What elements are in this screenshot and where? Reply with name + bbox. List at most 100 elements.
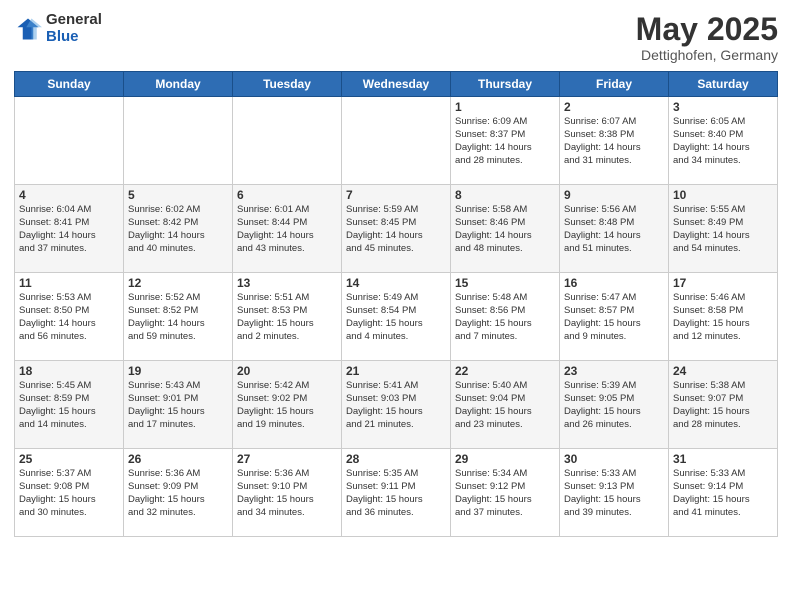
calendar-cell: 12Sunrise: 5:52 AM Sunset: 8:52 PM Dayli… [124, 273, 233, 361]
calendar-cell: 18 Sunrise: 5:45 AM Sunset: 8:59 PM Dayli… [15, 361, 124, 449]
calendar-cell [124, 97, 233, 185]
day-number: 18 [19, 364, 119, 378]
week-row-1: 1Sunrise: 6:09 AM Sunset: 8:37 PM Daylig… [15, 97, 778, 185]
title-block: May 2025 Dettighofen, Germany [636, 12, 778, 63]
day-info: Sunrise: 5:46 AM Sunset: 8:58 PM Dayligh… [673, 292, 773, 343]
weekday-wednesday: Wednesday [342, 72, 451, 97]
day-number: 3 [673, 100, 773, 114]
calendar-cell: 23Sunrise: 5:39 AM Sunset: 9:05 PM Dayli… [560, 361, 669, 449]
day-info: Sunrise: 5:39 AM Sunset: 9:05 PM Dayligh… [564, 380, 664, 431]
day-number: 29 [455, 452, 555, 466]
calendar-cell: 15 Sunrise: 5:48 AM Sunset: 8:56 PM Dayli… [451, 273, 560, 361]
day-number: 28 [346, 452, 446, 466]
logo-text: General Blue [46, 12, 102, 45]
page-header: General Blue May 2025 Dettighofen, Germa… [14, 12, 778, 63]
calendar-cell: 5Sunrise: 6:02 AM Sunset: 8:42 PM Daylig… [124, 185, 233, 273]
calendar-cell: 17Sunrise: 5:46 AM Sunset: 8:58 PM Dayli… [669, 273, 778, 361]
week-row-3: 11Sunrise: 5:53 AM Sunset: 8:50 PM Dayli… [15, 273, 778, 361]
calendar-table: SundayMondayTuesdayWednesdayThursdayFrid… [14, 71, 778, 537]
logo-blue-text: Blue [46, 29, 102, 46]
weekday-sunday: Sunday [15, 72, 124, 97]
calendar-cell: 14Sunrise: 5:49 AM Sunset: 8:54 PM Dayli… [342, 273, 451, 361]
calendar-cell: 26Sunrise: 5:36 AM Sunset: 9:09 PM Dayli… [124, 449, 233, 537]
day-info: Sunrise: 6:04 AM Sunset: 8:41 PM Dayligh… [19, 204, 119, 255]
logo-icon [14, 15, 42, 43]
day-number: 9 [564, 188, 664, 202]
calendar-cell [342, 97, 451, 185]
calendar-cell [233, 97, 342, 185]
calendar-cell: 7 Sunrise: 5:59 AM Sunset: 8:45 PM Daylig… [342, 185, 451, 273]
logo-general-text: General [46, 12, 102, 29]
day-info: Sunrise: 5:53 AM Sunset: 8:50 PM Dayligh… [19, 292, 119, 343]
day-info: Sunrise: 5:42 AM Sunset: 9:02 PM Dayligh… [237, 380, 337, 431]
week-row-2: 4 Sunrise: 6:04 AM Sunset: 8:41 PM Daylig… [15, 185, 778, 273]
day-info: Sunrise: 5:43 AM Sunset: 9:01 PM Dayligh… [128, 380, 228, 431]
day-info: Sunrise: 5:34 AM Sunset: 9:12 PM Dayligh… [455, 468, 555, 519]
day-info: Sunrise: 5:55 AM Sunset: 8:49 PM Dayligh… [673, 204, 773, 255]
calendar-cell: 22 Sunrise: 5:40 AM Sunset: 9:04 PM Dayli… [451, 361, 560, 449]
weekday-saturday: Saturday [669, 72, 778, 97]
day-info: Sunrise: 5:58 AM Sunset: 8:46 PM Dayligh… [455, 204, 555, 255]
calendar-cell: 19 Sunrise: 5:43 AM Sunset: 9:01 PM Dayli… [124, 361, 233, 449]
calendar-cell: 20 Sunrise: 5:42 AM Sunset: 9:02 PM Dayli… [233, 361, 342, 449]
day-number: 2 [564, 100, 664, 114]
calendar-cell: 27 Sunrise: 5:36 AM Sunset: 9:10 PM Dayli… [233, 449, 342, 537]
day-info: Sunrise: 6:07 AM Sunset: 8:38 PM Dayligh… [564, 116, 664, 167]
calendar-cell: 6 Sunrise: 6:01 AM Sunset: 8:44 PM Daylig… [233, 185, 342, 273]
day-number: 16 [564, 276, 664, 290]
calendar-cell: 21 Sunrise: 5:41 AM Sunset: 9:03 PM Dayli… [342, 361, 451, 449]
day-info: Sunrise: 5:56 AM Sunset: 8:48 PM Dayligh… [564, 204, 664, 255]
day-number: 24 [673, 364, 773, 378]
calendar-cell: 8 Sunrise: 5:58 AM Sunset: 8:46 PM Daylig… [451, 185, 560, 273]
day-info: Sunrise: 5:36 AM Sunset: 9:10 PM Dayligh… [237, 468, 337, 519]
day-info: Sunrise: 5:36 AM Sunset: 9:09 PM Dayligh… [128, 468, 228, 519]
day-info: Sunrise: 5:59 AM Sunset: 8:45 PM Dayligh… [346, 204, 446, 255]
calendar-cell: 31Sunrise: 5:33 AM Sunset: 9:14 PM Dayli… [669, 449, 778, 537]
day-info: Sunrise: 6:01 AM Sunset: 8:44 PM Dayligh… [237, 204, 337, 255]
day-number: 30 [564, 452, 664, 466]
day-info: Sunrise: 5:52 AM Sunset: 8:52 PM Dayligh… [128, 292, 228, 343]
weekday-tuesday: Tuesday [233, 72, 342, 97]
day-number: 15 [455, 276, 555, 290]
day-info: Sunrise: 5:49 AM Sunset: 8:54 PM Dayligh… [346, 292, 446, 343]
calendar-cell: 2 Sunrise: 6:07 AM Sunset: 8:38 PM Daylig… [560, 97, 669, 185]
calendar-cell: 3 Sunrise: 6:05 AM Sunset: 8:40 PM Daylig… [669, 97, 778, 185]
day-info: Sunrise: 5:40 AM Sunset: 9:04 PM Dayligh… [455, 380, 555, 431]
day-number: 4 [19, 188, 119, 202]
calendar-cell: 24Sunrise: 5:38 AM Sunset: 9:07 PM Dayli… [669, 361, 778, 449]
calendar-cell: 4 Sunrise: 6:04 AM Sunset: 8:41 PM Daylig… [15, 185, 124, 273]
calendar-cell: 10 Sunrise: 5:55 AM Sunset: 8:49 PM Dayli… [669, 185, 778, 273]
day-number: 8 [455, 188, 555, 202]
day-info: Sunrise: 5:48 AM Sunset: 8:56 PM Dayligh… [455, 292, 555, 343]
calendar-cell: 28 Sunrise: 5:35 AM Sunset: 9:11 PM Dayli… [342, 449, 451, 537]
weekday-header-row: SundayMondayTuesdayWednesdayThursdayFrid… [15, 72, 778, 97]
day-number: 10 [673, 188, 773, 202]
calendar-cell: 16 Sunrise: 5:47 AM Sunset: 8:57 PM Dayli… [560, 273, 669, 361]
day-number: 20 [237, 364, 337, 378]
day-info: Sunrise: 5:47 AM Sunset: 8:57 PM Dayligh… [564, 292, 664, 343]
day-number: 25 [19, 452, 119, 466]
day-number: 19 [128, 364, 228, 378]
day-info: Sunrise: 5:41 AM Sunset: 9:03 PM Dayligh… [346, 380, 446, 431]
weekday-friday: Friday [560, 72, 669, 97]
day-number: 6 [237, 188, 337, 202]
day-info: Sunrise: 5:33 AM Sunset: 9:14 PM Dayligh… [673, 468, 773, 519]
day-info: Sunrise: 6:09 AM Sunset: 8:37 PM Dayligh… [455, 116, 555, 167]
weekday-thursday: Thursday [451, 72, 560, 97]
calendar-cell: 25 Sunrise: 5:37 AM Sunset: 9:08 PM Dayli… [15, 449, 124, 537]
day-number: 27 [237, 452, 337, 466]
day-info: Sunrise: 6:02 AM Sunset: 8:42 PM Dayligh… [128, 204, 228, 255]
calendar-cell: 9 Sunrise: 5:56 AM Sunset: 8:48 PM Daylig… [560, 185, 669, 273]
day-info: Sunrise: 5:45 AM Sunset: 8:59 PM Dayligh… [19, 380, 119, 431]
day-number: 21 [346, 364, 446, 378]
day-number: 22 [455, 364, 555, 378]
day-number: 7 [346, 188, 446, 202]
calendar-cell: 13Sunrise: 5:51 AM Sunset: 8:53 PM Dayli… [233, 273, 342, 361]
day-info: Sunrise: 6:05 AM Sunset: 8:40 PM Dayligh… [673, 116, 773, 167]
calendar-cell: 29 Sunrise: 5:34 AM Sunset: 9:12 PM Dayli… [451, 449, 560, 537]
day-info: Sunrise: 5:35 AM Sunset: 9:11 PM Dayligh… [346, 468, 446, 519]
calendar-subtitle: Dettighofen, Germany [636, 47, 778, 63]
week-row-5: 25 Sunrise: 5:37 AM Sunset: 9:08 PM Dayli… [15, 449, 778, 537]
calendar-cell: 1Sunrise: 6:09 AM Sunset: 8:37 PM Daylig… [451, 97, 560, 185]
day-info: Sunrise: 5:37 AM Sunset: 9:08 PM Dayligh… [19, 468, 119, 519]
